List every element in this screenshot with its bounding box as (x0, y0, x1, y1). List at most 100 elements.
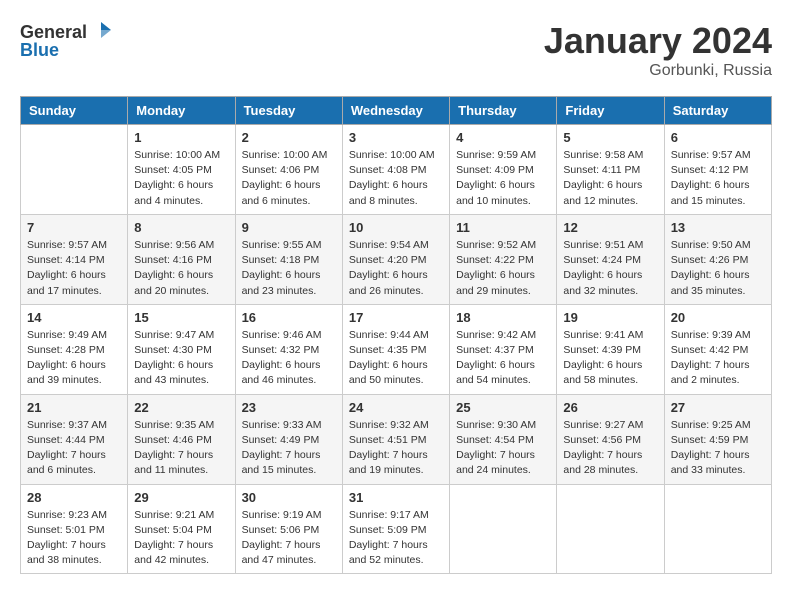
calendar-cell (664, 484, 771, 574)
day-number: 27 (671, 400, 765, 415)
day-number: 25 (456, 400, 550, 415)
cell-content: Sunrise: 9:32 AMSunset: 4:51 PMDaylight:… (349, 418, 443, 479)
day-number: 24 (349, 400, 443, 415)
calendar-cell: 16 Sunrise: 9:46 AMSunset: 4:32 PMDayligh… (235, 304, 342, 394)
calendar-cell: 28 Sunrise: 9:23 AMSunset: 5:01 PMDayligh… (21, 484, 128, 574)
day-header-sunday: Sunday (21, 97, 128, 125)
calendar-week-row: 28 Sunrise: 9:23 AMSunset: 5:01 PMDayligh… (21, 484, 772, 574)
calendar-body: 1 Sunrise: 10:00 AMSunset: 4:05 PMDayligh… (21, 125, 772, 574)
day-number: 21 (27, 400, 121, 415)
cell-content: Sunrise: 9:37 AMSunset: 4:44 PMDaylight:… (27, 418, 121, 479)
cell-content: Sunrise: 10:00 AMSunset: 4:05 PMDaylight… (134, 148, 228, 209)
calendar-cell: 18 Sunrise: 9:42 AMSunset: 4:37 PMDayligh… (450, 304, 557, 394)
cell-content: Sunrise: 9:17 AMSunset: 5:09 PMDaylight:… (349, 508, 443, 569)
calendar-cell: 14Sunrise: 9:49 AMSunset: 4:28 PMDayligh… (21, 304, 128, 394)
day-number: 16 (242, 310, 336, 325)
day-number: 20 (671, 310, 765, 325)
cell-content: Sunrise: 10:00 AMSunset: 4:06 PMDaylight… (242, 148, 336, 209)
day-number: 12 (563, 220, 657, 235)
calendar-cell: 27 Sunrise: 9:25 AMSunset: 4:59 PMDayligh… (664, 394, 771, 484)
logo: General Blue (20, 20, 113, 61)
calendar-cell: 1 Sunrise: 10:00 AMSunset: 4:05 PMDayligh… (128, 125, 235, 215)
day-number: 31 (349, 490, 443, 505)
day-number: 19 (563, 310, 657, 325)
cell-content: Sunrise: 9:46 AMSunset: 4:32 PMDaylight:… (242, 328, 336, 389)
calendar-cell: 8Sunrise: 9:56 AMSunset: 4:16 PMDaylight… (128, 214, 235, 304)
logo-blue-text: Blue (20, 40, 59, 61)
cell-content: Sunrise: 9:35 AMSunset: 4:46 PMDaylight:… (134, 418, 228, 479)
cell-content: Sunrise: 9:54 AMSunset: 4:20 PMDaylight:… (349, 238, 443, 299)
day-header-saturday: Saturday (664, 97, 771, 125)
calendar-cell (21, 125, 128, 215)
calendar-cell: 22 Sunrise: 9:35 AMSunset: 4:46 PMDayligh… (128, 394, 235, 484)
cell-content: Sunrise: 9:33 AMSunset: 4:49 PMDaylight:… (242, 418, 336, 479)
day-number: 3 (349, 130, 443, 145)
cell-content: Sunrise: 9:57 AMSunset: 4:12 PMDaylight:… (671, 148, 765, 209)
day-header-monday: Monday (128, 97, 235, 125)
cell-content: Sunrise: 9:44 AMSunset: 4:35 PMDaylight:… (349, 328, 443, 389)
calendar-cell: 2 Sunrise: 10:00 AMSunset: 4:06 PMDayligh… (235, 125, 342, 215)
calendar-cell: 15 Sunrise: 9:47 AMSunset: 4:30 PMDayligh… (128, 304, 235, 394)
title-area: January 2024 Gorbunki, Russia (544, 20, 772, 80)
calendar-cell: 20 Sunrise: 9:39 AMSunset: 4:42 PMDayligh… (664, 304, 771, 394)
calendar-cell (557, 484, 664, 574)
calendar-header-row: SundayMondayTuesdayWednesdayThursdayFrid… (21, 97, 772, 125)
calendar-cell: 19 Sunrise: 9:41 AMSunset: 4:39 PMDayligh… (557, 304, 664, 394)
cell-content: Sunrise: 10:00 AMSunset: 4:08 PMDaylight… (349, 148, 443, 209)
calendar-cell: 5 Sunrise: 9:58 AMSunset: 4:11 PMDaylight… (557, 125, 664, 215)
day-number: 23 (242, 400, 336, 415)
calendar-cell: 11Sunrise: 9:52 AMSunset: 4:22 PMDayligh… (450, 214, 557, 304)
day-number: 1 (134, 130, 228, 145)
calendar-week-row: 21 Sunrise: 9:37 AMSunset: 4:44 PMDayligh… (21, 394, 772, 484)
calendar-week-row: 7 Sunrise: 9:57 AMSunset: 4:14 PMDaylight… (21, 214, 772, 304)
cell-content: Sunrise: 9:59 AMSunset: 4:09 PMDaylight:… (456, 148, 550, 209)
day-number: 28 (27, 490, 121, 505)
day-number: 29 (134, 490, 228, 505)
calendar-cell: 12Sunrise: 9:51 AMSunset: 4:24 PMDayligh… (557, 214, 664, 304)
cell-content: Sunrise: 9:21 AMSunset: 5:04 PMDaylight:… (134, 508, 228, 569)
day-number: 5 (563, 130, 657, 145)
calendar-cell: 13Sunrise: 9:50 AMSunset: 4:26 PMDayligh… (664, 214, 771, 304)
cell-content: Sunrise: 9:27 AMSunset: 4:56 PMDaylight:… (563, 418, 657, 479)
day-number: 8 (134, 220, 228, 235)
calendar-cell: 17 Sunrise: 9:44 AMSunset: 4:35 PMDayligh… (342, 304, 449, 394)
day-number: 30 (242, 490, 336, 505)
cell-content: Sunrise: 9:25 AMSunset: 4:59 PMDaylight:… (671, 418, 765, 479)
calendar-week-row: 14Sunrise: 9:49 AMSunset: 4:28 PMDayligh… (21, 304, 772, 394)
day-header-thursday: Thursday (450, 97, 557, 125)
cell-content: Sunrise: 9:19 AMSunset: 5:06 PMDaylight:… (242, 508, 336, 569)
calendar-cell: 3 Sunrise: 10:00 AMSunset: 4:08 PMDayligh… (342, 125, 449, 215)
cell-content: Sunrise: 9:23 AMSunset: 5:01 PMDaylight:… (27, 508, 121, 569)
calendar-cell: 29 Sunrise: 9:21 AMSunset: 5:04 PMDayligh… (128, 484, 235, 574)
calendar-cell: 7 Sunrise: 9:57 AMSunset: 4:14 PMDaylight… (21, 214, 128, 304)
cell-content: Sunrise: 9:55 AMSunset: 4:18 PMDaylight:… (242, 238, 336, 299)
month-year-title: January 2024 (544, 20, 772, 62)
cell-content: Sunrise: 9:50 AMSunset: 4:26 PMDaylight:… (671, 238, 765, 299)
calendar-cell: 9 Sunrise: 9:55 AMSunset: 4:18 PMDaylight… (235, 214, 342, 304)
calendar-cell: 10 Sunrise: 9:54 AMSunset: 4:20 PMDayligh… (342, 214, 449, 304)
day-number: 22 (134, 400, 228, 415)
calendar-cell: 26Sunrise: 9:27 AMSunset: 4:56 PMDayligh… (557, 394, 664, 484)
day-number: 18 (456, 310, 550, 325)
day-number: 4 (456, 130, 550, 145)
day-number: 2 (242, 130, 336, 145)
header: General Blue January 2024 Gorbunki, Russ… (20, 20, 772, 80)
cell-content: Sunrise: 9:39 AMSunset: 4:42 PMDaylight:… (671, 328, 765, 389)
location-subtitle: Gorbunki, Russia (544, 62, 772, 80)
day-number: 9 (242, 220, 336, 235)
day-number: 17 (349, 310, 443, 325)
logo-flag-icon (89, 20, 113, 44)
calendar-cell: 6Sunrise: 9:57 AMSunset: 4:12 PMDaylight… (664, 125, 771, 215)
cell-content: Sunrise: 9:42 AMSunset: 4:37 PMDaylight:… (456, 328, 550, 389)
day-header-friday: Friday (557, 97, 664, 125)
day-header-wednesday: Wednesday (342, 97, 449, 125)
cell-content: Sunrise: 9:57 AMSunset: 4:14 PMDaylight:… (27, 238, 121, 299)
day-number: 14 (27, 310, 121, 325)
day-number: 15 (134, 310, 228, 325)
cell-content: Sunrise: 9:41 AMSunset: 4:39 PMDaylight:… (563, 328, 657, 389)
day-number: 7 (27, 220, 121, 235)
cell-content: Sunrise: 9:47 AMSunset: 4:30 PMDaylight:… (134, 328, 228, 389)
cell-content: Sunrise: 9:58 AMSunset: 4:11 PMDaylight:… (563, 148, 657, 209)
calendar-cell: 31 Sunrise: 9:17 AMSunset: 5:09 PMDayligh… (342, 484, 449, 574)
day-number: 10 (349, 220, 443, 235)
